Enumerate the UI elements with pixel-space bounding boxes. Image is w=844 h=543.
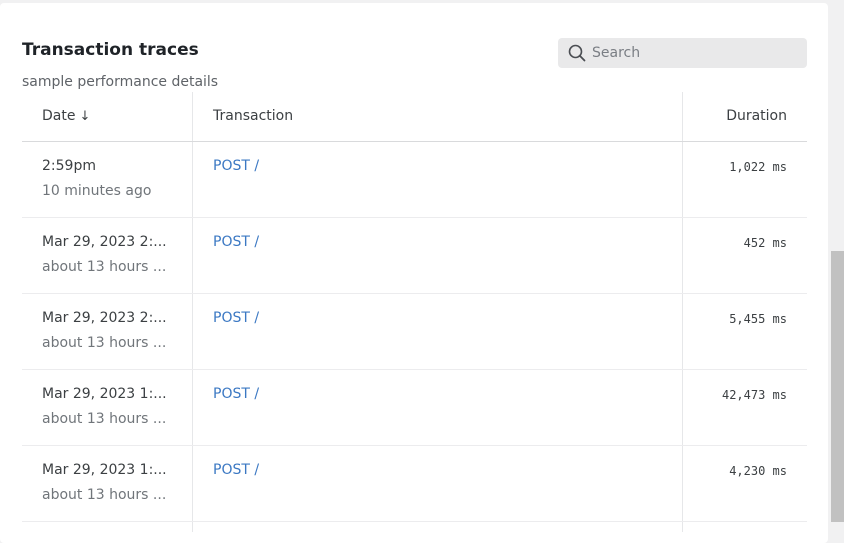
row-date: Mar 29, 2023 1:...: [42, 462, 167, 478]
row-relative-time: about 13 hours ...: [42, 487, 167, 503]
table-header: Date ↓ Transaction Duration: [22, 92, 807, 142]
column-header-duration[interactable]: Duration: [726, 108, 787, 124]
panel-subtitle: sample performance details: [22, 74, 219, 90]
search-icon: [568, 44, 586, 62]
table-row[interactable]: 2:59pm 10 minutes ago POST / 1,022 ms: [22, 142, 807, 218]
arrow-down-icon: ↓: [79, 109, 91, 124]
row-relative-time: about 13 hours ...: [42, 335, 167, 351]
search-box[interactable]: [558, 38, 807, 68]
row-relative-time: about 13 hours ...: [42, 411, 167, 427]
row-date: 2:59pm: [42, 158, 96, 174]
table-row[interactable]: Mar 29, 2023 2:... about 13 hours ... PO…: [22, 218, 807, 294]
row-relative-time: 10 minutes ago: [42, 183, 152, 199]
row-date: Mar 29, 2023 2:...: [42, 234, 167, 250]
panel-title: Transaction traces: [22, 40, 199, 60]
column-header-date[interactable]: Date ↓: [42, 108, 90, 124]
table-row[interactable]: Mar 29, 2023 2:... about 13 hours ... PO…: [22, 294, 807, 370]
row-relative-time: about 13 hours ...: [42, 259, 167, 275]
row-duration: 452 ms: [743, 236, 787, 250]
table-row[interactable]: Mar 29, 2023 1:... about 13 hours ... PO…: [22, 446, 807, 522]
row-date: Mar 29, 2023 2:...: [42, 310, 167, 326]
scrollbar-thumb[interactable]: [831, 251, 844, 522]
transaction-link[interactable]: POST /: [213, 310, 259, 326]
column-header-transaction[interactable]: Transaction: [213, 108, 293, 124]
traces-table: Date ↓ Transaction Duration 2:59pm 10 min…: [22, 92, 807, 532]
row-duration: 4,230 ms: [729, 464, 787, 478]
transaction-link[interactable]: POST /: [213, 158, 259, 174]
row-duration: 5,455 ms: [729, 312, 787, 326]
transaction-link[interactable]: POST /: [213, 462, 259, 478]
transaction-link[interactable]: POST /: [213, 386, 259, 402]
search-input[interactable]: [592, 38, 797, 68]
transaction-link[interactable]: POST /: [213, 234, 259, 250]
row-duration: 1,022 ms: [729, 160, 787, 174]
transaction-traces-panel: Transaction traces sample performance de…: [0, 3, 828, 543]
row-date: Mar 29, 2023 1:...: [42, 386, 167, 402]
row-duration: 42,473 ms: [721, 388, 787, 402]
table-row[interactable]: Mar 29, 2023 1:... about 13 hours ... PO…: [22, 370, 807, 446]
column-header-date-label: Date: [42, 108, 76, 124]
